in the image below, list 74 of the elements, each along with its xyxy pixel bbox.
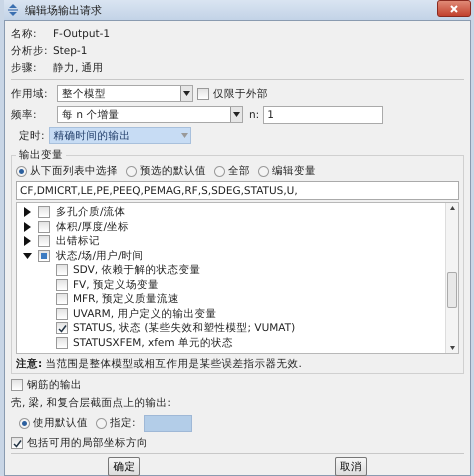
checkbox[interactable] [56, 336, 68, 349]
checkbox[interactable] [11, 437, 23, 449]
radio-label: 编辑变量 [272, 164, 316, 178]
checkbox-label: 钢筋的输出 [27, 378, 82, 392]
arrows-icon [6, 3, 20, 17]
radio-button[interactable] [96, 418, 107, 428]
caret-icon [180, 133, 188, 138]
radio-label: 预选的默认值 [140, 164, 206, 178]
tree-item[interactable]: MFR, 预定义质量流速 [73, 292, 180, 306]
checkbox[interactable] [56, 308, 68, 320]
checkbox[interactable] [56, 264, 68, 276]
expand-triangle-icon[interactable] [23, 236, 32, 246]
close-button[interactable] [437, 0, 471, 17]
radio-label: 使用默认值 [33, 416, 88, 430]
radio-label: 从下面列表中选择 [30, 164, 118, 178]
field-value: 静力, 通用 [53, 61, 105, 75]
tree-item[interactable]: STATUS, 状态 (某些失效和塑性模型; VUMAT) [73, 321, 296, 336]
tree-item[interactable]: 多孔介质/流体 [56, 205, 126, 220]
scroll-up-icon[interactable] [450, 206, 454, 210]
checkbox[interactable] [56, 293, 68, 306]
field-label: 频率: [11, 108, 38, 122]
tree-item[interactable]: 状态/场/用户/时间 [56, 248, 144, 263]
expand-triangle-icon[interactable] [23, 207, 32, 218]
field-value: Step-1 [53, 44, 88, 58]
specify-input-field[interactable] [144, 414, 192, 432]
domain-dropdown[interactable]: 整个模型 [57, 85, 193, 102]
scroll-thumb[interactable] [447, 272, 457, 308]
tree-item[interactable]: UVARM, 用户定义的输出变量 [73, 306, 216, 321]
field-label: n: [249, 108, 260, 120]
radio-button[interactable] [258, 166, 269, 176]
radio-button[interactable] [19, 418, 30, 428]
window-title: 编辑场输出请求 [25, 2, 102, 18]
timing-dropdown[interactable]: 精确时间的输出 [48, 127, 191, 144]
field-label: 名称: [11, 27, 38, 41]
caret-icon [183, 91, 190, 96]
tree-item[interactable]: FV, 预定义场变量 [73, 278, 159, 292]
n-input-field[interactable]: 1 [263, 106, 384, 124]
radio-label: 指定: [110, 416, 136, 430]
checkbox[interactable] [56, 322, 68, 334]
radio-label: 全部 [228, 164, 250, 178]
tree-item[interactable]: 出错标记 [56, 234, 100, 248]
field-label: 作用域: [11, 86, 49, 100]
field-value: F-Output-1 [53, 27, 112, 41]
checkbox-label: 包括可用的局部坐标方向 [27, 436, 148, 450]
dialog-button[interactable]: 取消 [334, 457, 367, 476]
checkbox[interactable] [38, 235, 50, 248]
field-label: 定时: [19, 128, 45, 142]
tree-item[interactable]: SDV, 依赖于解的状态变量 [73, 263, 200, 278]
caret-icon [233, 112, 240, 117]
radio-button[interactable] [16, 166, 27, 176]
radio-button[interactable] [214, 166, 225, 176]
scrollbar[interactable] [445, 203, 458, 353]
tree-item[interactable]: 体积/厚度/坐标 [56, 220, 130, 234]
checkbox[interactable] [56, 278, 68, 291]
scroll-down-icon[interactable] [450, 346, 454, 350]
group-title: 输出变量 [18, 148, 64, 162]
checkbox[interactable] [38, 220, 50, 233]
variables-input-field[interactable]: CF,DMICRT,LE,PE,PEEQ,PEMAG,RF,S,SDEG,STATUS,U, [16, 181, 459, 200]
frequency-dropdown[interactable]: 每 n 个增量 [57, 106, 243, 123]
section-label: 壳, 梁, 和复合层截面点上的输出: [11, 396, 172, 410]
close-icon [449, 4, 459, 14]
checkbox[interactable] [197, 88, 209, 100]
expand-triangle-icon[interactable] [23, 222, 32, 232]
collapse-triangle-icon[interactable] [23, 250, 32, 261]
checkbox[interactable] [38, 250, 50, 262]
checkbox-label: 仅限于外部 [213, 86, 268, 100]
tree-item[interactable]: STATUSXFEM, xfem 单元的状态 [73, 336, 233, 350]
dialog-button[interactable]: 确定 [108, 457, 140, 476]
radio-button[interactable] [126, 166, 137, 176]
checkbox[interactable] [38, 206, 50, 218]
field-label: 分析步: [11, 44, 49, 58]
note-text: 注意: 当范围是整体模型或相互作用是某些误差指示器无效. [16, 357, 303, 371]
checkbox[interactable] [11, 379, 23, 391]
field-label: 步骤: [11, 61, 38, 75]
